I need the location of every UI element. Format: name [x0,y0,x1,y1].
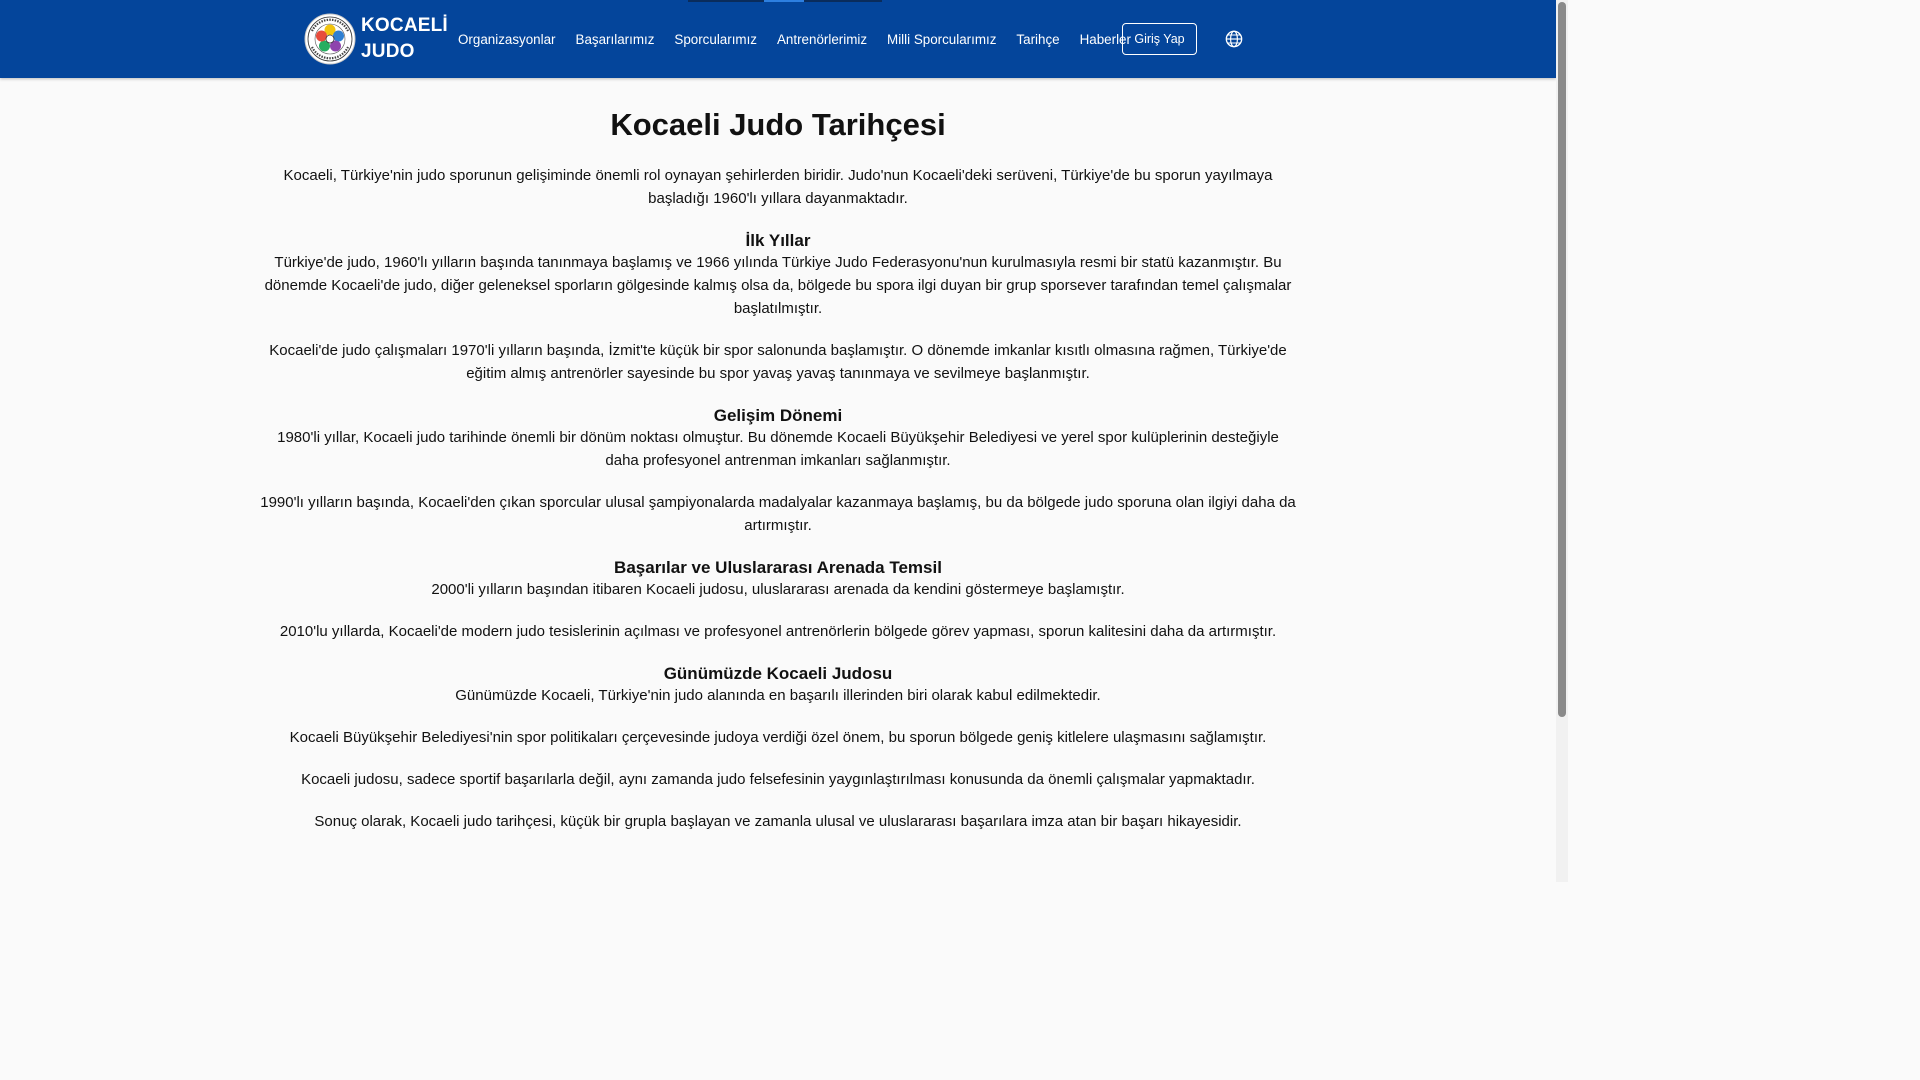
navbar: KOCAELİ JUDO Organizasyonlar Başarılarım… [0,0,1556,78]
nav-link-milli-sporcularimiz[interactable]: Milli Sporcularımız [887,32,996,47]
nav-link-tarihce[interactable]: Tarihçe [1016,32,1059,47]
scrollbar-thumb[interactable] [1558,2,1566,717]
nav-link-organizasyonlar[interactable]: Organizasyonlar [458,32,556,47]
page-title: Kocaeli Judo Tarihçesi [610,107,946,142]
section-paragraph: Sonuç olarak, Kocaeli judo tarihçesi, kü… [314,813,1242,830]
main-nav: Organizasyonlar Başarılarımız Sporcuları… [458,0,1151,78]
section-heading: Gelişim Dönemi [713,406,843,425]
nav-link-sporcularimiz[interactable]: Sporcularımız [674,32,757,47]
section-paragraph: Kocaeli Büyükşehir Belediyesi'nin spor p… [289,729,1267,746]
section-paragraph: Türkiye'de judo, 1960'lı yılların başınd… [264,254,1292,317]
nav-link-antrenorlerimiz[interactable]: Antrenörlerimiz [777,32,867,47]
section-ilk-yillar: İlk Yıllar Türkiye'de judo, 1960'lı yıll… [260,230,1296,385]
section-gelisim-donemi: Gelişim Dönemi 1980'li yıllar, Kocaeli j… [260,405,1296,537]
section-paragraph: Kocaeli judosu, sadece sportif başarılar… [301,771,1255,788]
section-basarilar: Başarılar ve Uluslararası Arenada Temsil… [260,557,1296,643]
section-paragraph: 1980'li yıllar, Kocaeli judo tarihinde ö… [277,429,1279,469]
section-heading: İlk Yıllar [745,231,811,250]
section-paragraph: Günümüzde Kocaeli, Türkiye'nin judo alan… [455,687,1101,704]
section-heading: Günümüzde Kocaeli Judosu [663,664,893,683]
intro-paragraph: Kocaeli, Türkiye'nin judo sporunun geliş… [283,167,1273,207]
section-paragraph: 2010'lu yıllarda, Kocaeli'de modern judo… [279,623,1277,640]
nav-link-basarilarimiz[interactable]: Başarılarımız [576,32,655,47]
section-paragraph: 1990'lı yılların başında, Kocaeli'den çı… [260,494,1296,534]
judo-federation-logo [304,13,356,65]
brand-line1: KOCAELİ [361,15,448,36]
page: KOCAELİ JUDO Organizasyonlar Başarılarım… [0,0,1568,882]
login-button[interactable]: Giriş Yap [1122,23,1197,55]
history-content: Kocaeli Judo Tarihçesi Kocaeli, Türkiye'… [260,78,1296,853]
brand-line2: JUDO [361,41,415,62]
page-scrollbar[interactable] [1556,0,1568,882]
section-paragraph: Kocaeli'de judo çalışmaları 1970'li yıll… [269,342,1287,382]
globe-icon[interactable] [1225,30,1243,48]
brand-home-link[interactable]: KOCAELİ JUDO [304,13,448,65]
brand-name: KOCAELİ JUDO [361,13,448,65]
section-heading: Başarılar ve Uluslararası Arenada Temsil [614,558,942,577]
section-gunumuzde: Günümüzde Kocaeli Judosu Günümüzde Kocae… [260,663,1296,833]
section-paragraph: 2000'li yılların başından itibaren Kocae… [431,581,1125,598]
